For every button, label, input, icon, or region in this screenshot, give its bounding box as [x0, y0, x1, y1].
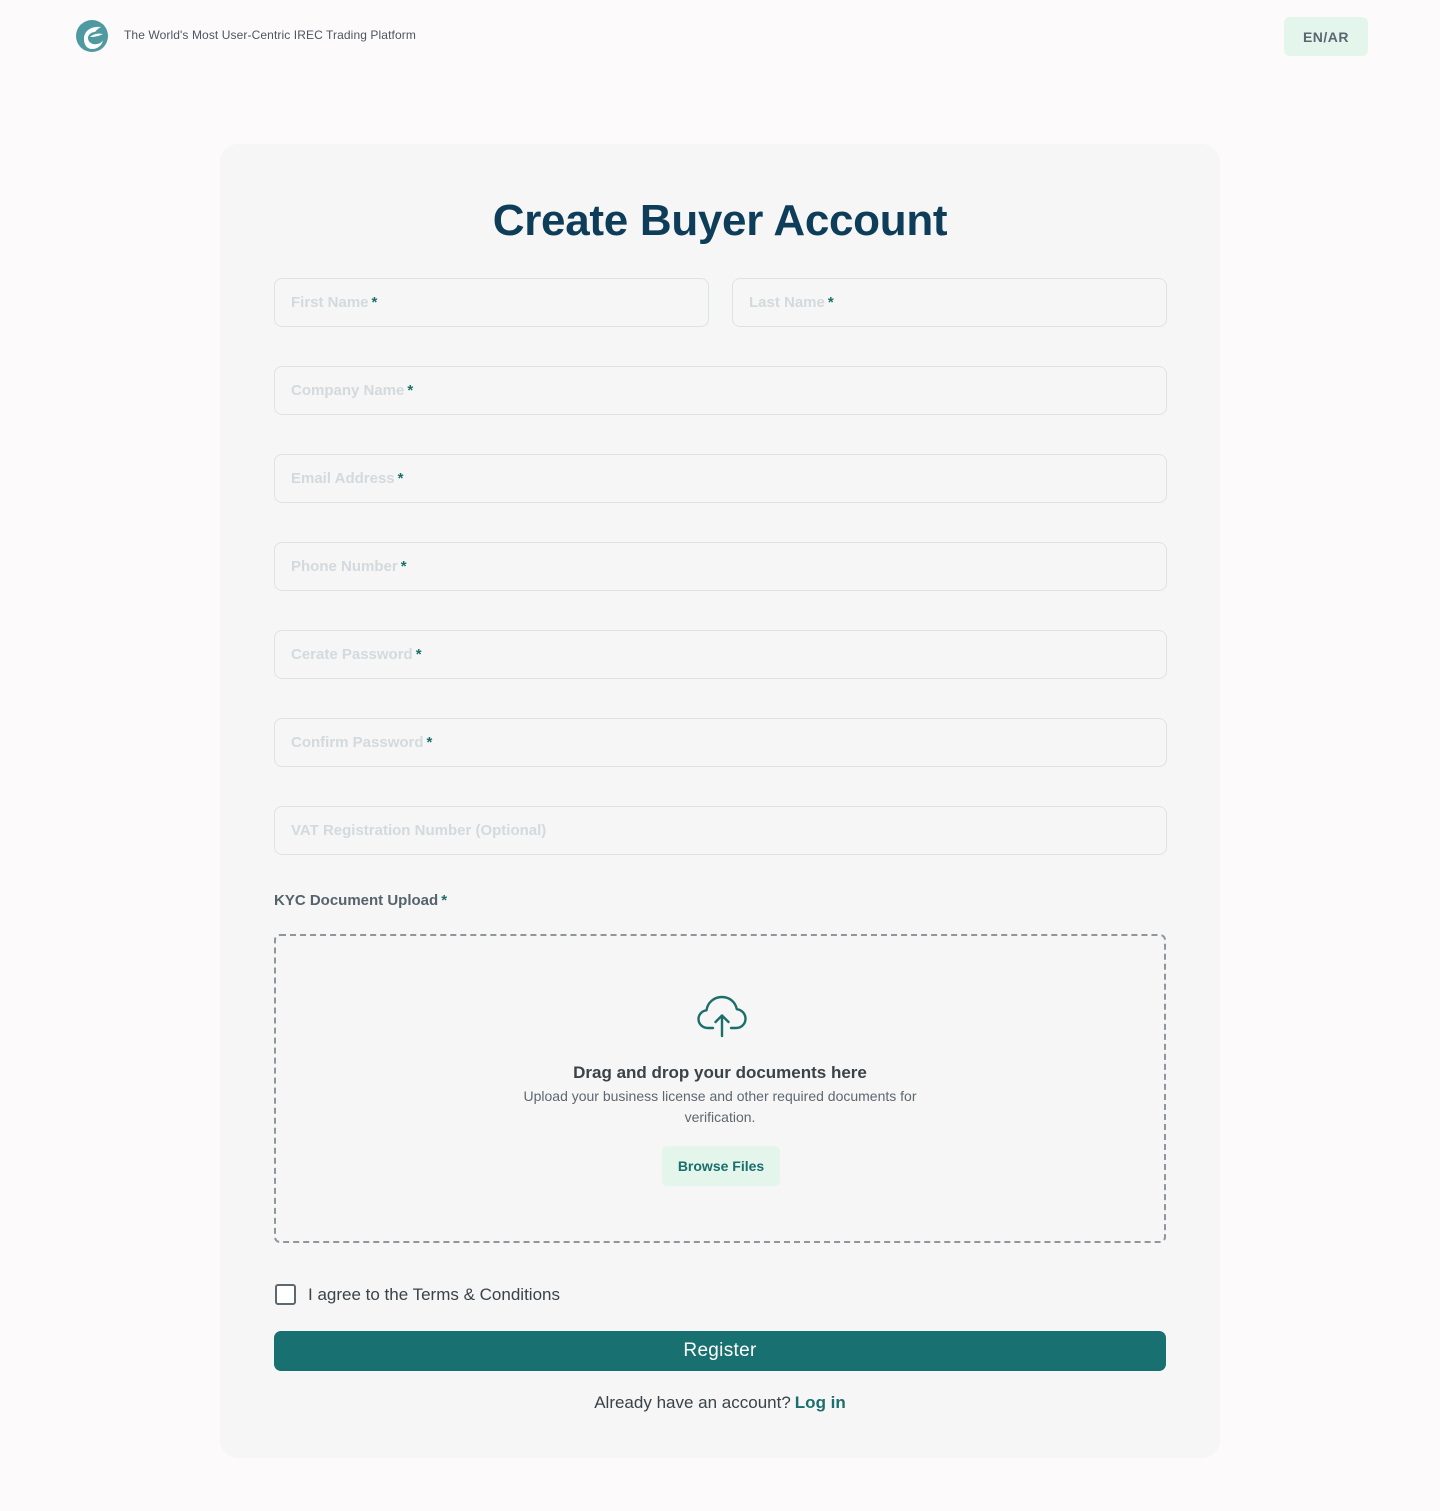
document-dropzone[interactable]: Drag and drop your documents here Upload… — [274, 934, 1166, 1243]
first-name-placeholder: First Name — [291, 294, 369, 311]
cloud-upload-icon — [697, 995, 747, 1038]
platform-tagline: The World's Most User-Centric IREC Tradi… — [124, 28, 416, 42]
company-name-placeholder: Company Name — [291, 382, 405, 399]
email-input[interactable]: Email Address * — [274, 454, 1167, 503]
company-name-input[interactable]: Company Name * — [274, 366, 1167, 415]
kyc-label-text: KYC Document Upload — [274, 892, 439, 909]
create-password-input[interactable]: Cerate Password * — [274, 630, 1167, 679]
confirm-password-placeholder: Confirm Password — [291, 734, 424, 751]
dropzone-title: Drag and drop your documents here — [573, 1063, 867, 1082]
last-name-placeholder: Last Name — [749, 294, 825, 311]
email-placeholder: Email Address — [291, 470, 395, 487]
language-toggle-button[interactable]: EN/AR — [1284, 17, 1368, 56]
required-marker: * — [415, 646, 422, 663]
top-bar: The World's Most User-Centric IREC Tradi… — [0, 0, 1440, 72]
login-prompt-line: Already have an account? Log in — [220, 1393, 1220, 1413]
terms-agreement: I agree to the Terms & Conditions — [275, 1284, 560, 1305]
vat-number-input[interactable]: VAT Registration Number (Optional) — [274, 806, 1167, 855]
first-name-input[interactable]: First Name * — [274, 278, 709, 327]
required-marker: * — [371, 294, 378, 311]
last-name-input[interactable]: Last Name * — [732, 278, 1167, 327]
required-marker: * — [827, 294, 834, 311]
required-marker: * — [407, 382, 414, 399]
vat-placeholder: VAT Registration Number (Optional) — [291, 822, 547, 839]
terms-label[interactable]: I agree to the Terms & Conditions — [308, 1285, 560, 1305]
kyc-upload-label: KYC Document Upload * — [274, 892, 447, 909]
browse-files-button[interactable]: Browse Files — [662, 1146, 780, 1186]
terms-checkbox[interactable] — [275, 1284, 296, 1305]
register-button[interactable]: Register — [274, 1331, 1166, 1371]
leaf-e-logo-icon[interactable] — [75, 19, 109, 53]
page-title: Create Buyer Account — [492, 196, 948, 245]
signup-card: Create Buyer Account First Name * Last Na… — [220, 144, 1220, 1458]
phone-input[interactable]: Phone Number * — [274, 542, 1167, 591]
required-marker: * — [441, 892, 448, 909]
password-placeholder: Cerate Password — [291, 646, 413, 663]
login-prompt-text: Already have an account? — [594, 1393, 791, 1412]
confirm-password-input[interactable]: Confirm Password * — [274, 718, 1167, 767]
phone-placeholder: Phone Number — [291, 558, 398, 575]
dropzone-subtitle: Upload your business license and other r… — [523, 1088, 917, 1125]
required-marker: * — [400, 558, 407, 575]
required-marker: * — [397, 470, 404, 487]
required-marker: * — [426, 734, 433, 751]
login-link[interactable]: Log in — [795, 1393, 846, 1412]
